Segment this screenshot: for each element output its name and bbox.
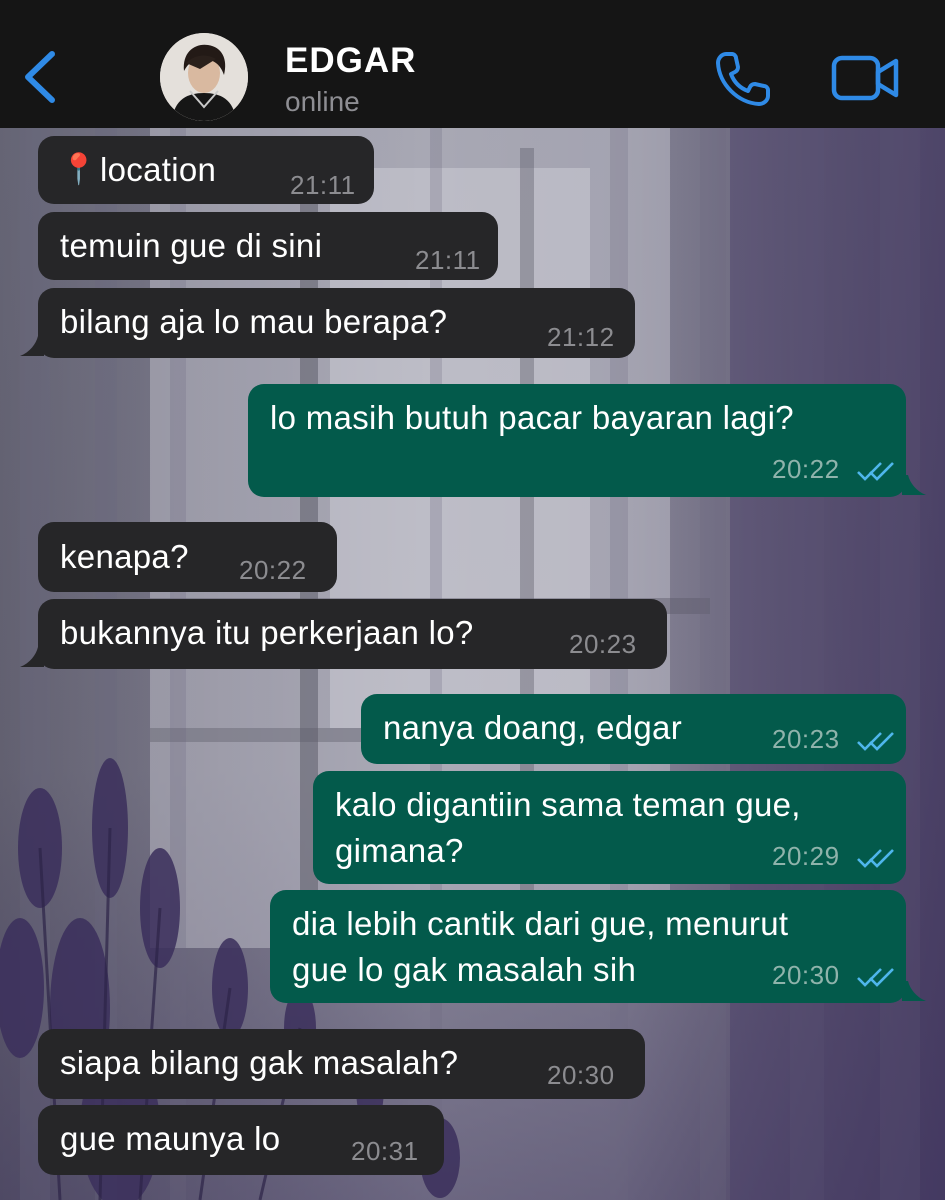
avatar[interactable]	[160, 33, 248, 121]
read-receipt-icon	[857, 968, 894, 987]
message-time: 20:30	[547, 1060, 615, 1090]
voice-call-button[interactable]	[712, 48, 774, 110]
message-text: lo masih butuh pacar bayaran lagi?	[270, 399, 794, 436]
message-time: 21:11	[415, 245, 481, 275]
message-time: 20:23	[569, 629, 637, 659]
message-text: kalo digantiin sama teman gue, gimana?	[335, 786, 801, 869]
bubble-tail	[20, 336, 44, 356]
outgoing-message[interactable]: lo masih butuh pacar bayaran lagi? 20:22	[248, 384, 906, 497]
contact-status: online	[285, 86, 360, 117]
outgoing-message[interactable]: dia lebih cantik dari gue, menurut gue l…	[270, 890, 906, 1003]
incoming-message[interactable]: siapa bilang gak masalah? 20:30	[38, 1029, 645, 1099]
video-camera-icon	[831, 55, 899, 101]
incoming-message[interactable]: bukannya itu perkerjaan lo? 20:23	[38, 599, 667, 669]
message-text: gue maunya lo	[60, 1120, 281, 1157]
avatar-image	[160, 33, 248, 121]
chat-scroll-area[interactable]: 📍 location 21:11 temuin gue di sini 21:1…	[0, 128, 945, 1200]
back-button[interactable]	[18, 46, 62, 108]
message-text: bukannya itu perkerjaan lo?	[60, 614, 474, 651]
read-receipt-icon	[857, 732, 894, 751]
message-text: bilang aja lo mau berapa?	[60, 303, 448, 340]
message-time: 20:22	[239, 555, 307, 585]
location-pin-icon: 📍	[60, 153, 98, 186]
message-text: kenapa?	[60, 538, 189, 575]
incoming-message[interactable]: 📍 location 21:11	[38, 136, 374, 204]
message-time: 20:23	[772, 724, 840, 754]
phone-icon	[716, 52, 770, 106]
incoming-message[interactable]: bilang aja lo mau berapa? 21:12	[38, 288, 635, 358]
incoming-message[interactable]: temuin gue di sini 21:11	[38, 212, 498, 280]
message-text: nanya doang, edgar	[383, 709, 682, 746]
read-receipt-icon	[857, 849, 894, 868]
bubble-tail	[902, 475, 926, 495]
message-text: location	[100, 151, 217, 188]
message-time: 20:30	[772, 960, 840, 990]
contact-name[interactable]: EDGAR	[285, 41, 416, 81]
message-time: 21:12	[547, 322, 615, 352]
message-time: 21:11	[290, 170, 356, 200]
bubble-tail	[20, 647, 44, 667]
chat-header: EDGAR online	[0, 0, 945, 128]
incoming-message[interactable]: kenapa? 20:22	[38, 522, 337, 592]
incoming-message[interactable]: gue maunya lo 20:31	[38, 1105, 444, 1175]
message-time: 20:29	[772, 841, 840, 871]
chevron-left-icon	[25, 51, 55, 103]
message-time: 20:31	[351, 1136, 419, 1166]
outgoing-message[interactable]: nanya doang, edgar 20:23	[361, 694, 906, 764]
message-text: temuin gue di sini	[60, 227, 323, 264]
read-receipt-icon	[857, 462, 894, 481]
message-text: siapa bilang gak masalah?	[60, 1044, 459, 1081]
video-call-button[interactable]	[830, 52, 902, 104]
message-time: 20:22	[772, 454, 840, 484]
message-text: dia lebih cantik dari gue, menurut gue l…	[292, 905, 789, 988]
bubble-tail	[902, 981, 926, 1001]
outgoing-message[interactable]: kalo digantiin sama teman gue, gimana? 2…	[313, 771, 906, 884]
